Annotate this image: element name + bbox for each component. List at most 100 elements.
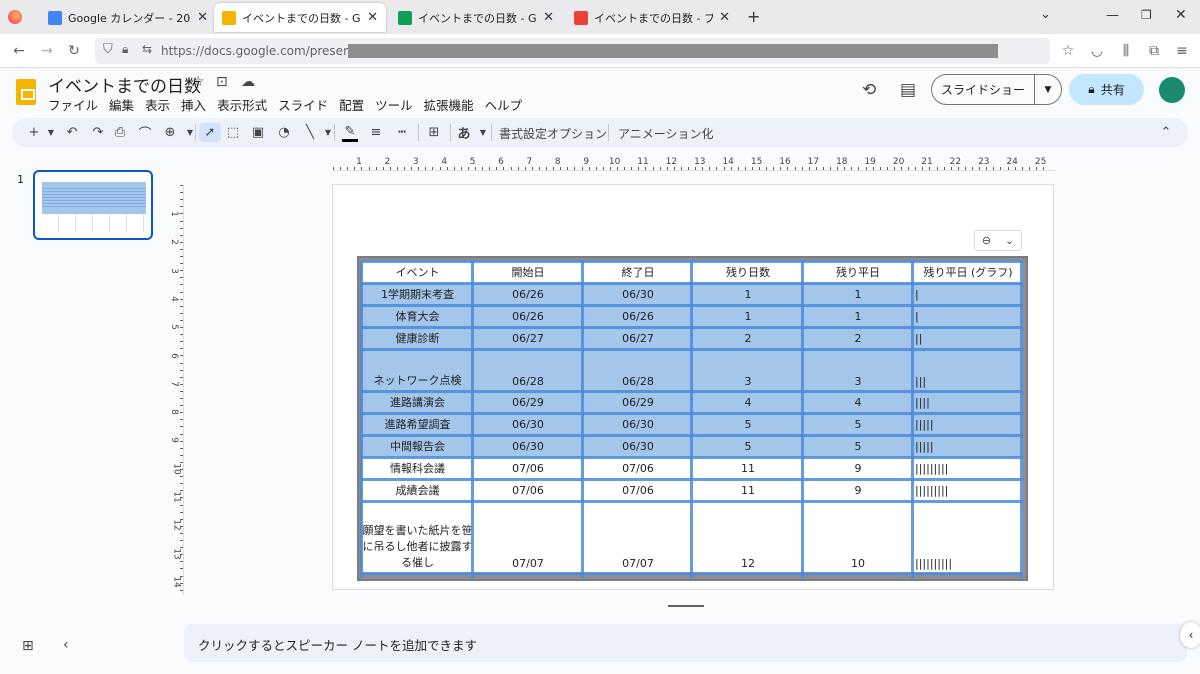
table-cell[interactable]: |||: [913, 349, 1023, 391]
animate-button[interactable]: アニメーション化: [618, 125, 714, 142]
menu-item[interactable]: 拡張機能: [424, 95, 474, 114]
table-cell[interactable]: 06/30: [583, 413, 693, 435]
tab-close-icon[interactable]: ✕: [367, 10, 378, 25]
table-cell[interactable]: 2: [693, 327, 803, 349]
star-icon[interactable]: ☆: [192, 74, 205, 90]
table-cell[interactable]: 07/07: [473, 501, 583, 573]
table-cell[interactable]: 成績会議: [362, 479, 473, 501]
firefox-icon[interactable]: [8, 10, 22, 24]
permissions-icon[interactable]: ⇆: [142, 42, 152, 56]
table-cell[interactable]: |: [913, 283, 1023, 305]
table-cell[interactable]: 1学期期末考査: [362, 283, 473, 305]
table-row-border[interactable]: [362, 478, 1023, 481]
table-cell[interactable]: 06/26: [473, 283, 583, 305]
table-cell[interactable]: ||||||||||: [913, 501, 1023, 573]
table-cell[interactable]: 体育大会: [362, 305, 473, 327]
shield-icon[interactable]: ⛉: [103, 42, 113, 57]
table-cell[interactable]: 願望を書いた紙片を笹に吊るし他者に披露する催し: [362, 501, 473, 573]
table-column-border[interactable]: [581, 261, 584, 578]
table-cell[interactable]: 1: [803, 283, 913, 305]
table-row-border[interactable]: [362, 456, 1023, 459]
table-row-border[interactable]: [362, 304, 1023, 307]
table-header-cell[interactable]: イベント: [362, 261, 473, 283]
table-cell[interactable]: |||||||||: [913, 479, 1023, 501]
table-cell[interactable]: |: [913, 305, 1023, 327]
table-cell[interactable]: |||||||||: [913, 457, 1023, 479]
table-cell[interactable]: 06/30: [583, 435, 693, 457]
input-tools-icon[interactable]: あ: [456, 123, 472, 142]
lock-icon[interactable]: 🔒︎: [122, 42, 128, 57]
grid-view-icon[interactable]: ⊞: [22, 638, 34, 654]
table-cell[interactable]: 4: [803, 391, 913, 413]
line-icon[interactable]: ╲: [302, 123, 318, 142]
table-cell[interactable]: 3: [803, 349, 913, 391]
table-cell[interactable]: 06/28: [473, 349, 583, 391]
table-cell[interactable]: 1: [803, 305, 913, 327]
chevron-down-icon[interactable]: ⌄: [1005, 234, 1014, 247]
table-cell[interactable]: 4: [693, 391, 803, 413]
menu-item[interactable]: ファイル: [48, 95, 98, 114]
share-button[interactable]: 🔒︎ 共有: [1069, 74, 1144, 105]
table-column-border[interactable]: [911, 261, 914, 578]
table-cell[interactable]: 06/26: [583, 305, 693, 327]
table-cell[interactable]: 10: [803, 501, 913, 573]
insert-comment-icon[interactable]: ⊞: [426, 123, 442, 142]
text-box-icon[interactable]: ⬚: [225, 123, 241, 142]
select-cursor-icon[interactable]: ➚: [199, 123, 221, 142]
table-cell[interactable]: 3: [693, 349, 803, 391]
cloud-saved-icon[interactable]: ☁: [241, 74, 255, 90]
collapse-toolbar-chevron-icon[interactable]: ⌃: [1158, 123, 1174, 142]
table-row-border[interactable]: [362, 260, 1023, 263]
collapse-filmstrip-chevron-icon[interactable]: ‹: [63, 637, 69, 653]
table-cell[interactable]: 06/29: [583, 391, 693, 413]
chevron-down-icon[interactable]: ▼: [1035, 85, 1061, 95]
table-cell[interactable]: |||||: [913, 413, 1023, 435]
table-column-border[interactable]: [360, 261, 363, 578]
move-folder-icon[interactable]: ⊡: [216, 74, 228, 90]
table-header-cell[interactable]: 残り平日: [803, 261, 913, 283]
new-slide-icon[interactable]: +: [26, 123, 42, 142]
table-column-border[interactable]: [801, 261, 804, 578]
extensions-icon[interactable]: ⧉: [1144, 41, 1164, 61]
image-icon[interactable]: ▣: [250, 123, 266, 142]
redo-icon[interactable]: ↷: [90, 123, 106, 142]
version-history-icon[interactable]: ⟲: [862, 80, 876, 100]
table-column-border[interactable]: [471, 261, 474, 578]
slideshow-label[interactable]: スライドショー: [932, 75, 1035, 104]
table-cell[interactable]: 5: [693, 435, 803, 457]
table-cell[interactable]: ||||: [913, 391, 1023, 413]
table-cell[interactable]: 06/27: [473, 327, 583, 349]
table-row-border[interactable]: [362, 434, 1023, 437]
tab-close-icon[interactable]: ✕: [543, 10, 554, 25]
vertical-ruler[interactable]: 1 2 3 4 5 6 7 8 9 10 11 12 13 14: [169, 185, 184, 595]
table-cell[interactable]: 5: [693, 413, 803, 435]
table-cell[interactable]: 07/06: [583, 457, 693, 479]
menu-item[interactable]: ヘルプ: [485, 95, 523, 114]
browser-tab[interactable]: イベントまでの日数 - Google スライ ✕: [214, 3, 386, 32]
table-cell[interactable]: 5: [803, 435, 913, 457]
menu-item[interactable]: ツール: [375, 95, 413, 114]
url-bar[interactable]: ⛉ 🔒︎ ⇆ https://docs.google.com/presentat…: [95, 38, 1050, 64]
tab-list-chevron-icon[interactable]: ⌄: [1040, 7, 1051, 22]
tab-close-icon[interactable]: ✕: [719, 10, 730, 25]
forward-arrow-icon[interactable]: →: [37, 41, 57, 61]
table-cell[interactable]: 9: [803, 479, 913, 501]
browser-tab[interactable]: イベントまでの日数 - プロジェクト編 ✕: [566, 3, 738, 32]
table-cell[interactable]: 06/30: [473, 435, 583, 457]
back-arrow-icon[interactable]: ←: [9, 41, 29, 61]
table-cell[interactable]: 06/28: [583, 349, 693, 391]
reload-icon[interactable]: ↻: [64, 41, 84, 61]
table-cell[interactable]: 11: [693, 479, 803, 501]
table-cell[interactable]: 1: [693, 305, 803, 327]
table-cell[interactable]: 07/06: [473, 479, 583, 501]
table-row-border[interactable]: [362, 390, 1023, 393]
table-row-border[interactable]: [362, 572, 1023, 575]
document-title[interactable]: イベントまでの日数: [48, 72, 201, 97]
table-cell[interactable]: ネットワーク点検: [362, 349, 473, 391]
side-panel-chevron-icon[interactable]: ‹: [1180, 622, 1200, 648]
library-icon[interactable]: ⫼: [1116, 41, 1136, 61]
table-cell[interactable]: 07/06: [583, 479, 693, 501]
menu-item[interactable]: 配置: [339, 95, 364, 114]
new-slide-dropdown-icon[interactable]: ▼: [43, 123, 59, 142]
input-tools-dropdown-icon[interactable]: ▼: [475, 123, 491, 142]
